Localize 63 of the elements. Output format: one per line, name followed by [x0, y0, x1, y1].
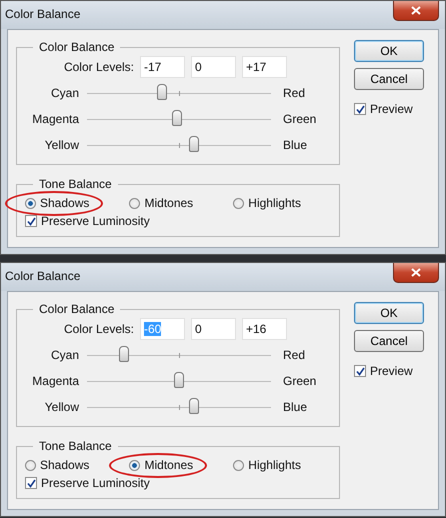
slider-label: Yellow [44, 400, 80, 414]
checkmark-icon [26, 216, 36, 226]
dialog-button[interactable]: OK [354, 40, 424, 62]
slider-label: Red [282, 86, 306, 100]
checkbox-label[interactable]: Preview [370, 364, 413, 378]
slider-label: Cyan [50, 86, 80, 100]
checkmark-icon [356, 104, 364, 114]
radio-label[interactable]: Highlights [248, 196, 301, 210]
radio-label[interactable]: Midtones [144, 458, 194, 472]
slider-thumb[interactable] [174, 372, 184, 388]
checkbox-label[interactable]: Preview [370, 102, 413, 116]
close-icon [411, 6, 421, 15]
slider-label: Magenta [31, 374, 80, 388]
window-title: Color Balance [5, 269, 80, 283]
window-title: Color Balance [5, 7, 80, 21]
radio-button[interactable] [233, 198, 244, 208]
input-field[interactable]: -17 [140, 56, 185, 78]
dialog-button[interactable]: Cancel [354, 68, 424, 90]
checkbox[interactable] [354, 103, 366, 115]
close-button[interactable] [393, 1, 439, 21]
group-title: Color Balance [38, 40, 116, 54]
radio-label[interactable]: Highlights [248, 458, 301, 472]
checkbox-label[interactable]: Preserve Luminosity [41, 214, 150, 228]
close-button[interactable] [393, 263, 439, 283]
slider-thumb[interactable] [118, 346, 129, 362]
slider-label: Red [282, 348, 306, 362]
dialog-button[interactable]: OK [354, 302, 424, 324]
checkmark-icon [26, 478, 36, 488]
slider-label: Magenta [31, 112, 80, 126]
radio-label[interactable]: Shadows [40, 458, 90, 472]
radio-label[interactable]: Shadows [40, 196, 90, 210]
field-label: Color Levels: [64, 322, 134, 336]
slider-label: Cyan [50, 348, 80, 362]
radio-button[interactable] [25, 198, 36, 208]
checkbox[interactable] [25, 215, 37, 227]
radio-label[interactable]: Midtones [144, 196, 194, 210]
slider-thumb[interactable] [188, 398, 199, 414]
slider-label: Yellow [44, 138, 80, 152]
radio-button[interactable] [129, 460, 140, 470]
slider-label: Blue [282, 400, 308, 414]
close-icon [411, 268, 421, 277]
input-field[interactable]: 0 [191, 318, 236, 340]
input-field[interactable]: +16 [242, 318, 287, 340]
checkbox-label[interactable]: Preserve Luminosity [41, 476, 150, 490]
group-title: Color Balance [38, 302, 116, 316]
group-title: Tone Balance [38, 177, 113, 191]
field-label: Color Levels: [64, 60, 134, 74]
slider-thumb[interactable] [188, 136, 199, 152]
slider-thumb[interactable] [157, 84, 168, 100]
slider-label: Green [282, 374, 318, 388]
radio-button[interactable] [233, 460, 244, 470]
group-title: Tone Balance [38, 439, 113, 453]
input-field[interactable]: 0 [191, 56, 236, 78]
input-field[interactable]: +17 [242, 56, 287, 78]
checkbox[interactable] [25, 477, 37, 489]
checkmark-icon [356, 366, 364, 376]
radio-button[interactable] [25, 460, 36, 470]
radio-button[interactable] [129, 198, 140, 208]
dialog-button[interactable]: Cancel [354, 330, 424, 352]
slider-label: Blue [282, 138, 308, 152]
slider-label: Green [282, 112, 318, 126]
slider-thumb[interactable] [172, 110, 182, 126]
checkbox[interactable] [354, 365, 366, 377]
